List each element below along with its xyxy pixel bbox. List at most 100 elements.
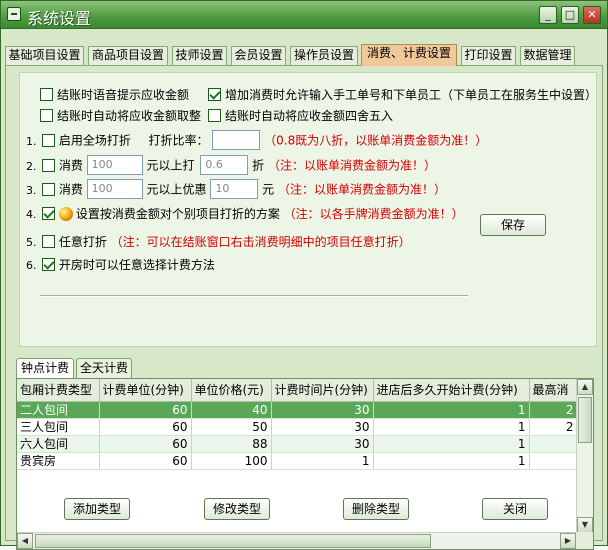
- table-row[interactable]: 六人包间 60 88 30 1: [17, 435, 578, 453]
- amount-discount-rate-input[interactable]: 0.6: [200, 155, 249, 175]
- delete-type-button[interactable]: 删除类型: [343, 498, 409, 520]
- table-cell[interactable]: 60: [99, 418, 192, 436]
- tab-basic-items[interactable]: 基础项目设置: [5, 46, 84, 65]
- table-cell[interactable]: 六人包间: [17, 435, 100, 453]
- column-header[interactable]: 计费单位(分钟): [99, 379, 192, 402]
- amount-discount-threshold-input[interactable]: 100: [86, 155, 143, 175]
- label-round-half: 结账时自动将应收金额四舍五入: [225, 109, 394, 123]
- column-header[interactable]: 最高消: [529, 379, 578, 402]
- amount-rebate-threshold-input[interactable]: 100: [86, 179, 143, 199]
- item6-number: 6.: [26, 259, 37, 272]
- item6-row: 6. 开房时可以任意选择计费方法: [26, 256, 215, 274]
- item4-number: 4.: [26, 208, 37, 221]
- table-cell[interactable]: 88: [191, 435, 272, 453]
- table-cell[interactable]: 50: [191, 418, 272, 436]
- checkbox-voice[interactable]: [40, 88, 53, 101]
- table-cell[interactable]: 贵宾房: [17, 452, 100, 470]
- table-cell[interactable]: 2: [529, 418, 578, 436]
- option-manual-no[interactable]: 增加消费时允许输入手工单号和下单员工（下单员工在服务生中设置）: [208, 86, 597, 104]
- table-cell[interactable]: 30: [271, 401, 374, 419]
- table-cell[interactable]: 100: [191, 452, 272, 470]
- checkbox-amount-rebate[interactable]: [41, 182, 55, 196]
- item3-row: 3. 消费 100 元以上优惠 10 元 （注：以账单消费金额为准！）: [26, 179, 446, 199]
- system-menu-icon[interactable]: [7, 7, 21, 21]
- billing-grid[interactable]: 包厢计费类型 计费单位(分钟) 单位价格(元) 计费时间片(分钟) 进店后多久开…: [16, 378, 594, 550]
- minimize-button[interactable]: _: [539, 6, 557, 24]
- tab-billing[interactable]: 消费、计费设置: [361, 44, 457, 66]
- table-cell[interactable]: [529, 435, 578, 453]
- table-cell[interactable]: 40: [191, 401, 272, 419]
- label-amount-discount: 消费: [58, 158, 83, 173]
- item3-number: 3.: [26, 183, 37, 197]
- checkbox-item-discount-plan[interactable]: [41, 207, 55, 220]
- horizontal-scrollbar[interactable]: ◀ ▶: [17, 532, 577, 549]
- table-cell[interactable]: 1: [373, 418, 530, 436]
- edit-type-button[interactable]: 修改类型: [204, 498, 270, 520]
- title-bar[interactable]: 系统设置 _ □ ✕: [1, 1, 607, 29]
- tab-member[interactable]: 会员设置: [231, 46, 286, 65]
- add-type-button[interactable]: 添加类型: [64, 498, 130, 520]
- discount-plan-icon[interactable]: [58, 206, 73, 221]
- label-choose-billing: 开房时可以任意选择计费方法: [58, 258, 215, 272]
- checkbox-global-discount[interactable]: [41, 133, 55, 147]
- table-cell[interactable]: 1: [271, 452, 374, 470]
- table-cell[interactable]: 30: [271, 418, 374, 436]
- checkbox-manual-no[interactable]: [208, 88, 221, 101]
- tab-hourly-billing[interactable]: 钟点计费: [16, 358, 74, 378]
- table-cell[interactable]: 1: [373, 452, 530, 470]
- checkbox-amount-discount[interactable]: [41, 158, 55, 172]
- table-row[interactable]: 贵宾房 60 100 1 1: [17, 452, 578, 470]
- tab-print[interactable]: 打印设置: [461, 46, 516, 65]
- vertical-scrollbar[interactable]: ▲ ▼: [576, 379, 593, 533]
- table-cell[interactable]: 二人包间: [17, 401, 100, 419]
- scroll-down-icon[interactable]: ▼: [577, 517, 593, 533]
- option-round-int[interactable]: 结账时自动将应收金额取整: [40, 107, 201, 125]
- checkbox-round-half[interactable]: [208, 109, 221, 122]
- table-cell[interactable]: [529, 452, 578, 470]
- column-header[interactable]: 单位价格(元): [191, 379, 272, 402]
- maximize-button[interactable]: □: [561, 6, 579, 24]
- scroll-up-icon[interactable]: ▲: [577, 379, 593, 395]
- table-cell[interactable]: 60: [99, 435, 192, 453]
- save-button[interactable]: 保存: [480, 214, 546, 236]
- billing-table: 包厢计费类型 计费单位(分钟) 单位价格(元) 计费时间片(分钟) 进店后多久开…: [17, 379, 578, 470]
- table-cell[interactable]: 三人包间: [17, 418, 100, 436]
- tab-product-items[interactable]: 商品项目设置: [88, 46, 168, 65]
- amount-rebate-value-input[interactable]: 10: [210, 179, 259, 199]
- table-row[interactable]: 三人包间 60 50 30 1 2: [17, 418, 578, 436]
- table-cell[interactable]: 60: [99, 452, 192, 470]
- checkbox-choose-billing[interactable]: [41, 258, 55, 271]
- close-button[interactable]: 关闭: [482, 498, 548, 520]
- scroll-right-icon[interactable]: ▶: [560, 533, 576, 549]
- table-cell[interactable]: 60: [99, 401, 192, 419]
- column-header[interactable]: 计费时间片(分钟): [271, 379, 374, 402]
- tab-daily-billing[interactable]: 全天计费: [76, 358, 132, 378]
- discount-rate-input[interactable]: [212, 130, 261, 150]
- note-free-discount: （注：可以在结账窗口右击消费明细中的项目任意打折）: [110, 235, 411, 249]
- option-voice[interactable]: 结账时语音提示应收金额: [40, 86, 189, 104]
- label-discount-unit: 折: [252, 158, 265, 173]
- label-voice: 结账时语音提示应收金额: [57, 88, 190, 102]
- vertical-scroll-thumb[interactable]: [578, 397, 592, 443]
- table-cell[interactable]: 2: [529, 401, 578, 419]
- item2-row: 2. 消费 100 元以上打 0.6 折 （注：以账单消费金额为准！）: [26, 155, 436, 175]
- tab-technician[interactable]: 技师设置: [172, 46, 227, 65]
- close-window-button[interactable]: ✕: [583, 6, 601, 24]
- label-item-discount-plan[interactable]: 设置按消费金额对个别项目打折的方案: [76, 207, 280, 221]
- table-cell[interactable]: 1: [373, 401, 530, 419]
- option-round-half[interactable]: 结账时自动将应收金额四舍五入: [208, 107, 393, 125]
- table-row[interactable]: 二人包间 60 40 30 1 2: [17, 401, 578, 419]
- table-cell[interactable]: 1: [373, 435, 530, 453]
- checkbox-round-int[interactable]: [40, 109, 53, 122]
- note-item-discount-plan: （注：以各手牌消费金额为准！）: [283, 207, 464, 221]
- tab-data-management[interactable]: 数据管理: [520, 46, 575, 65]
- column-header[interactable]: 包厢计费类型: [17, 379, 100, 402]
- checkbox-free-discount[interactable]: [41, 235, 55, 248]
- tab-operator[interactable]: 操作员设置: [290, 46, 358, 65]
- label-round-int: 结账时自动将应收金额取整: [57, 109, 202, 123]
- scroll-left-icon[interactable]: ◀: [17, 533, 33, 549]
- label-amount-rebate: 消费: [58, 182, 83, 197]
- note-global-discount: （0.8既为八折，以账单消费金额为准！）: [264, 133, 488, 148]
- table-cell[interactable]: 30: [271, 435, 374, 453]
- column-header[interactable]: 进店后多久开始计费(分钟): [373, 379, 530, 402]
